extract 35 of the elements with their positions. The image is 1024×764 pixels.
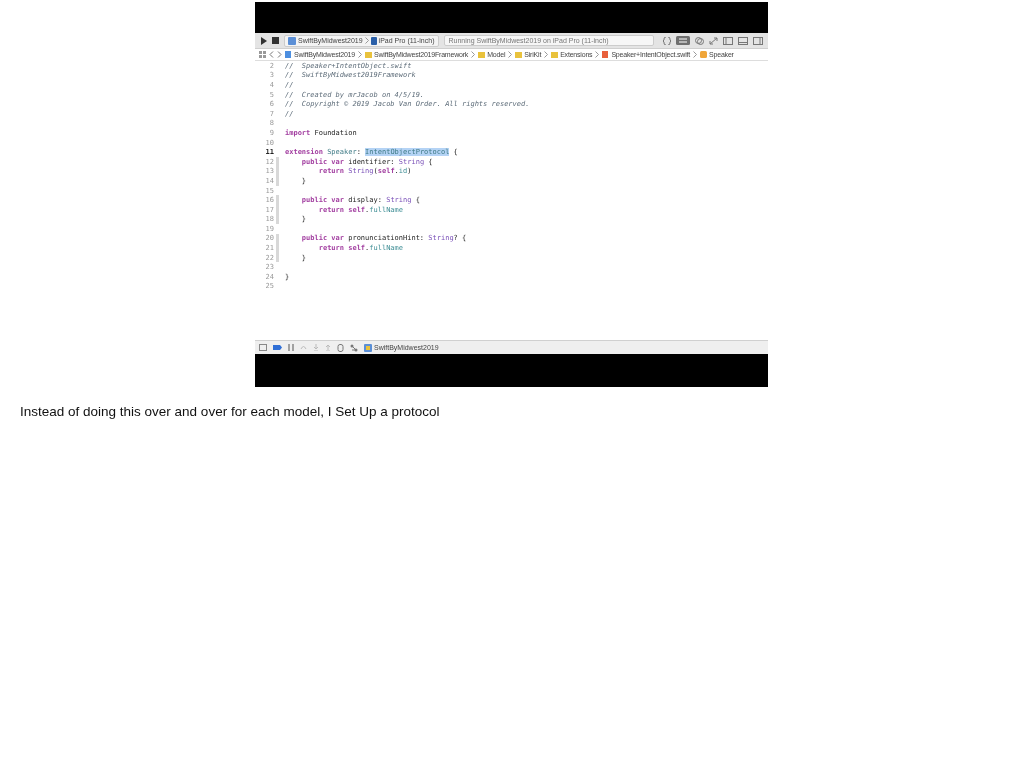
run-icon[interactable] (260, 36, 267, 45)
chevron-icon (693, 51, 698, 58)
view-debugger-icon[interactable] (337, 343, 344, 352)
right-panel-icon[interactable] (753, 36, 763, 45)
project-icon (285, 51, 292, 58)
chevron-icon (471, 51, 476, 58)
tablet-icon (370, 36, 377, 45)
grid-icon[interactable] (259, 51, 266, 58)
folder-icon (515, 51, 523, 58)
circles-icon[interactable] (695, 36, 704, 45)
folder-icon (551, 51, 559, 58)
back-icon[interactable] (269, 51, 274, 58)
swift-file-icon (602, 51, 610, 58)
panel-icon[interactable] (259, 344, 267, 351)
chevron-icon (595, 51, 600, 58)
app-icon (288, 36, 296, 45)
struct-icon (700, 51, 708, 58)
chevron-icon (544, 51, 549, 58)
forward-icon[interactable] (277, 51, 282, 58)
braces-icon[interactable] (663, 36, 671, 45)
lines-icon[interactable] (676, 36, 690, 45)
step-into-icon[interactable] (313, 344, 319, 351)
step-over-icon[interactable] (300, 344, 307, 351)
folder-icon (478, 51, 486, 58)
breakpoint-icon[interactable] (273, 345, 282, 350)
left-panel-icon[interactable] (723, 36, 733, 45)
bottom-panel-icon[interactable] (738, 36, 748, 45)
folder-icon (365, 51, 372, 58)
step-out-icon[interactable] (325, 344, 331, 351)
presenter-notes: Instead of doing this over and over for each model, I Set Up a protocol (20, 404, 441, 419)
memory-graph-icon[interactable] (350, 343, 358, 352)
app-icon (364, 343, 372, 352)
arrows-icon[interactable] (709, 36, 718, 45)
chevron-icon (508, 51, 513, 58)
pause-icon[interactable] (288, 344, 294, 351)
